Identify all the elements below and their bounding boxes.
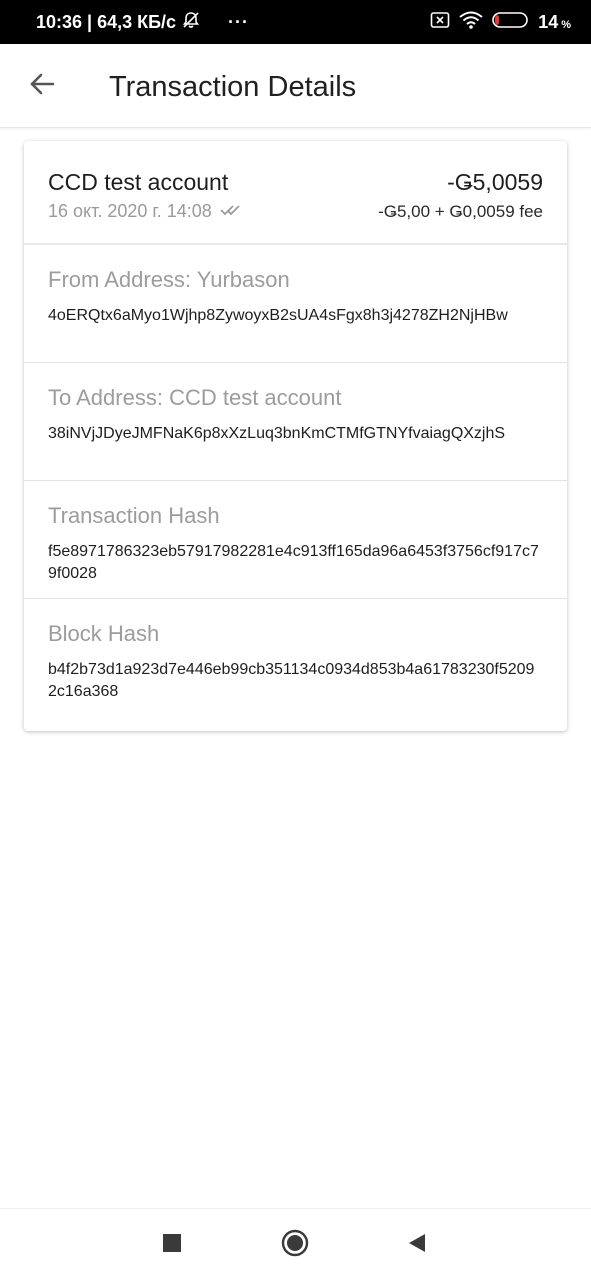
- page-title: Transaction Details: [109, 71, 357, 103]
- from-address-section: From Address: Yurbason 4oERQtx6aMyo1Wjhp…: [24, 245, 567, 363]
- transaction-amount: -Ǥ5,0059: [447, 169, 543, 195]
- account-name: CCD test account: [48, 169, 229, 195]
- to-address-label: To Address: CCD test account: [48, 385, 342, 410]
- system-back-button[interactable]: [401, 1229, 433, 1261]
- arrow-left-icon: [28, 70, 56, 103]
- transaction-hash-label: Transaction Hash: [48, 503, 220, 528]
- transaction-date: 16 окт. 2020 г. 14:08: [48, 201, 212, 221]
- wifi-icon: [458, 10, 484, 35]
- status-time-speed: 10:36 | 64,3 КБ/с: [36, 11, 177, 32]
- battery-unit: %: [561, 18, 571, 31]
- transaction-summary: CCD test account 16 окт. 2020 г. 14:08 -…: [24, 141, 567, 245]
- status-left: 10:36 | 64,3 КБ/с ···: [36, 11, 249, 34]
- status-right: 14 %: [430, 10, 571, 35]
- transaction-card: CCD test account 16 окт. 2020 г. 14:08 -…: [24, 141, 567, 731]
- transaction-hash-section: Transaction Hash f5e8971786323eb57917982…: [24, 481, 567, 599]
- recents-square-icon: [162, 1233, 182, 1258]
- transaction-date-row: 16 окт. 2020 г. 14:08: [48, 201, 244, 222]
- from-address-value[interactable]: 4oERQtx6aMyo1Wjhp8ZywoyxB2sUA4sFgx8h3j42…: [48, 305, 543, 327]
- double-check-icon: [220, 201, 244, 222]
- transaction-hash-value[interactable]: f5e8971786323eb57917982281e4c913ff165da9…: [48, 541, 543, 585]
- block-hash-section: Block Hash b4f2b73d1a923d7e446eb99cb3511…: [24, 599, 567, 717]
- battery-percentage: 14 %: [538, 12, 571, 33]
- alarm-off-icon: [182, 11, 200, 34]
- home-circle-icon: [281, 1229, 309, 1262]
- sim-x-icon: [430, 11, 450, 34]
- back-button[interactable]: [26, 70, 58, 102]
- recents-button[interactable]: [156, 1229, 188, 1261]
- status-bar: 10:36 | 64,3 КБ/с ··· 14 %: [0, 0, 591, 44]
- home-button[interactable]: [279, 1229, 311, 1261]
- more-dots-icon: ···: [228, 11, 250, 32]
- amount-breakdown: -Ǥ5,00 + Ǥ0,0059 fee: [378, 202, 543, 221]
- system-nav-bar: [0, 1208, 591, 1281]
- to-address-section: To Address: CCD test account 38iNVjJDyeJ…: [24, 363, 567, 481]
- app-bar: Transaction Details: [0, 44, 591, 128]
- block-hash-value[interactable]: b4f2b73d1a923d7e446eb99cb351134c0934d853…: [48, 659, 543, 703]
- block-hash-label: Block Hash: [48, 621, 160, 646]
- from-address-label: From Address: Yurbason: [48, 267, 290, 292]
- to-address-value[interactable]: 38iNVjJDyeJMFNaK6p8xXzLuq3bnKmCTMfGTNYfv…: [48, 423, 543, 445]
- battery-icon: [492, 11, 530, 34]
- battery-value: 14: [538, 11, 559, 32]
- back-triangle-icon: [406, 1232, 428, 1259]
